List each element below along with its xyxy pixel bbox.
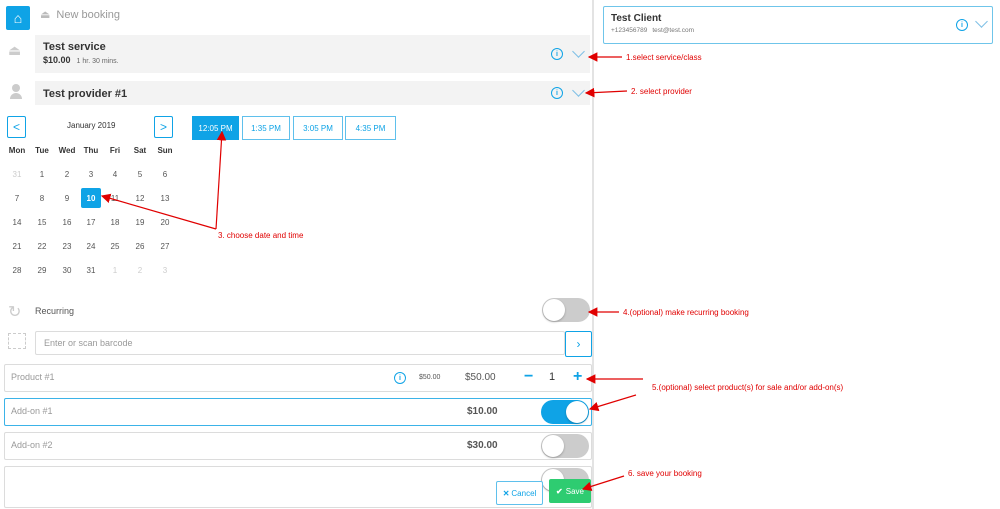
- annotation-6: 6. save your booking: [628, 469, 702, 478]
- arrow-line: [588, 394, 637, 412]
- annotation-2: 2. select provider: [631, 87, 692, 96]
- annotation-4: 4.(optional) make recurring booking: [623, 308, 749, 317]
- annotation-1: 1.select service/class: [626, 53, 702, 62]
- annotation-arrows: [100, 52, 643, 492]
- annotation-5: 5.(optional) select product(s) for sale …: [652, 383, 844, 392]
- arrow-line: [215, 130, 227, 230]
- arrow-line: [584, 87, 628, 98]
- annotation-3: 3. choose date and time: [218, 231, 304, 240]
- arrow-line: [581, 475, 625, 492]
- arrow-line: [100, 193, 217, 230]
